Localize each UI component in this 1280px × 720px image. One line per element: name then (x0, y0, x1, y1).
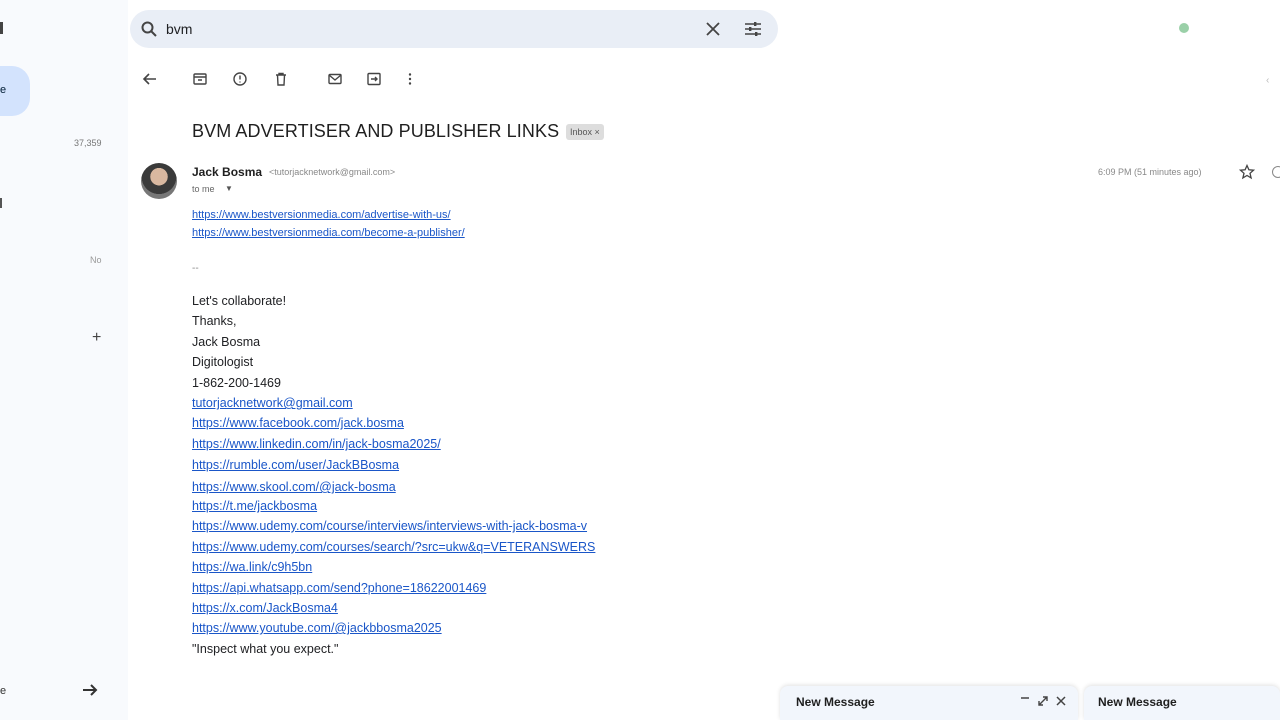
signature-line: Thanks, (192, 314, 237, 328)
signature-link[interactable]: https://api.whatsapp.com/send?phone=1862… (192, 581, 486, 595)
signature-link[interactable]: https://www.skool.com/@jack-bosma (192, 480, 396, 494)
signature-link[interactable]: tutorjacknetwork@gmail.com (192, 396, 353, 410)
search-options-icon[interactable] (744, 20, 762, 38)
close-icon[interactable] (704, 20, 722, 38)
pagination-icon[interactable]: ‹ (1266, 75, 1269, 86)
mark-unread-icon[interactable] (327, 71, 343, 87)
signature-separator: -- (192, 263, 199, 274)
signature-link[interactable]: https://www.youtube.com/@jackbbosma2025 (192, 621, 442, 635)
chevron-down-icon[interactable]: ▼ (225, 184, 233, 193)
signature-link[interactable]: https://t.me/jackbosma (192, 499, 317, 513)
signature-line: Jack Bosma (192, 335, 261, 349)
arrow-right-icon[interactable] (80, 680, 100, 700)
body-link[interactable]: https://www.bestversionmedia.com/become-… (192, 227, 465, 239)
minimize-icon[interactable] (1018, 694, 1032, 708)
signature-link[interactable]: https://rumble.com/user/JackBBosma (192, 458, 399, 472)
email-timestamp: 6:09 PM (51 minutes ago) (1098, 167, 1202, 177)
left-sidebar: e 37,359 No + e (0, 0, 128, 720)
sidebar-item-inbox-label: e (0, 84, 7, 96)
body-link[interactable]: https://www.bestversionmedia.com/adverti… (192, 209, 451, 221)
sidebar-badge: No (90, 255, 102, 265)
compose-window[interactable]: New Message (780, 686, 1078, 720)
signature-link[interactable]: https://www.udemy.com/courses/search/?sr… (192, 540, 595, 554)
star-icon[interactable] (1239, 164, 1255, 180)
signature-link[interactable]: https://x.com/JackBosma4 (192, 601, 338, 615)
inbox-label-chip[interactable]: Inbox × (566, 124, 604, 140)
compose-window[interactable]: New Message (1084, 686, 1280, 720)
signature-line: Let's collaborate! (192, 294, 287, 308)
menu-icon[interactable] (0, 22, 3, 34)
report-spam-icon[interactable] (232, 71, 248, 87)
signature-line: Digitologist (192, 355, 254, 369)
search-bar[interactable]: bvm (130, 10, 778, 48)
expand-icon[interactable] (1036, 694, 1050, 708)
sender-email: <tutorjacknetwork@gmail.com> (269, 167, 396, 177)
compose-title[interactable]: New Message (796, 695, 875, 709)
sidebar-inbox-count: 37,359 (74, 138, 102, 148)
move-to-icon[interactable] (366, 71, 382, 87)
recipient-label: to me (192, 184, 215, 194)
signature-quote: "Inspect what you expect." (192, 642, 339, 656)
email-subject: BVM ADVERTISER AND PUBLISHER LINKS (192, 121, 560, 141)
signature-link[interactable]: https://www.linkedin.com/in/jack-bosma20… (192, 437, 441, 451)
back-arrow-icon[interactable] (142, 71, 158, 87)
reaction-icon[interactable] (1272, 166, 1280, 178)
sender-name[interactable]: Jack Bosma (192, 165, 262, 179)
delete-icon[interactable] (273, 71, 289, 87)
compose-title[interactable]: New Message (1098, 695, 1177, 709)
signature-link[interactable]: https://www.udemy.com/course/interviews/… (192, 519, 587, 533)
sidebar-bottom-label: e (0, 685, 7, 697)
signature-link[interactable]: https://www.facebook.com/jack.bosma (192, 416, 404, 430)
archive-icon[interactable] (192, 71, 208, 87)
more-vertical-icon[interactable] (402, 71, 418, 87)
close-icon[interactable] (1054, 694, 1068, 708)
signature-link[interactable]: https://wa.link/c9h5bn (192, 560, 312, 574)
add-label-button[interactable]: + (92, 330, 101, 346)
signature-line: 1-862-200-1469 (192, 376, 281, 390)
sender-avatar[interactable] (141, 163, 177, 199)
search-input[interactable]: bvm (166, 21, 192, 37)
status-indicator (1179, 23, 1189, 33)
sidebar-item-icon[interactable] (0, 198, 2, 208)
search-icon[interactable] (140, 20, 158, 38)
